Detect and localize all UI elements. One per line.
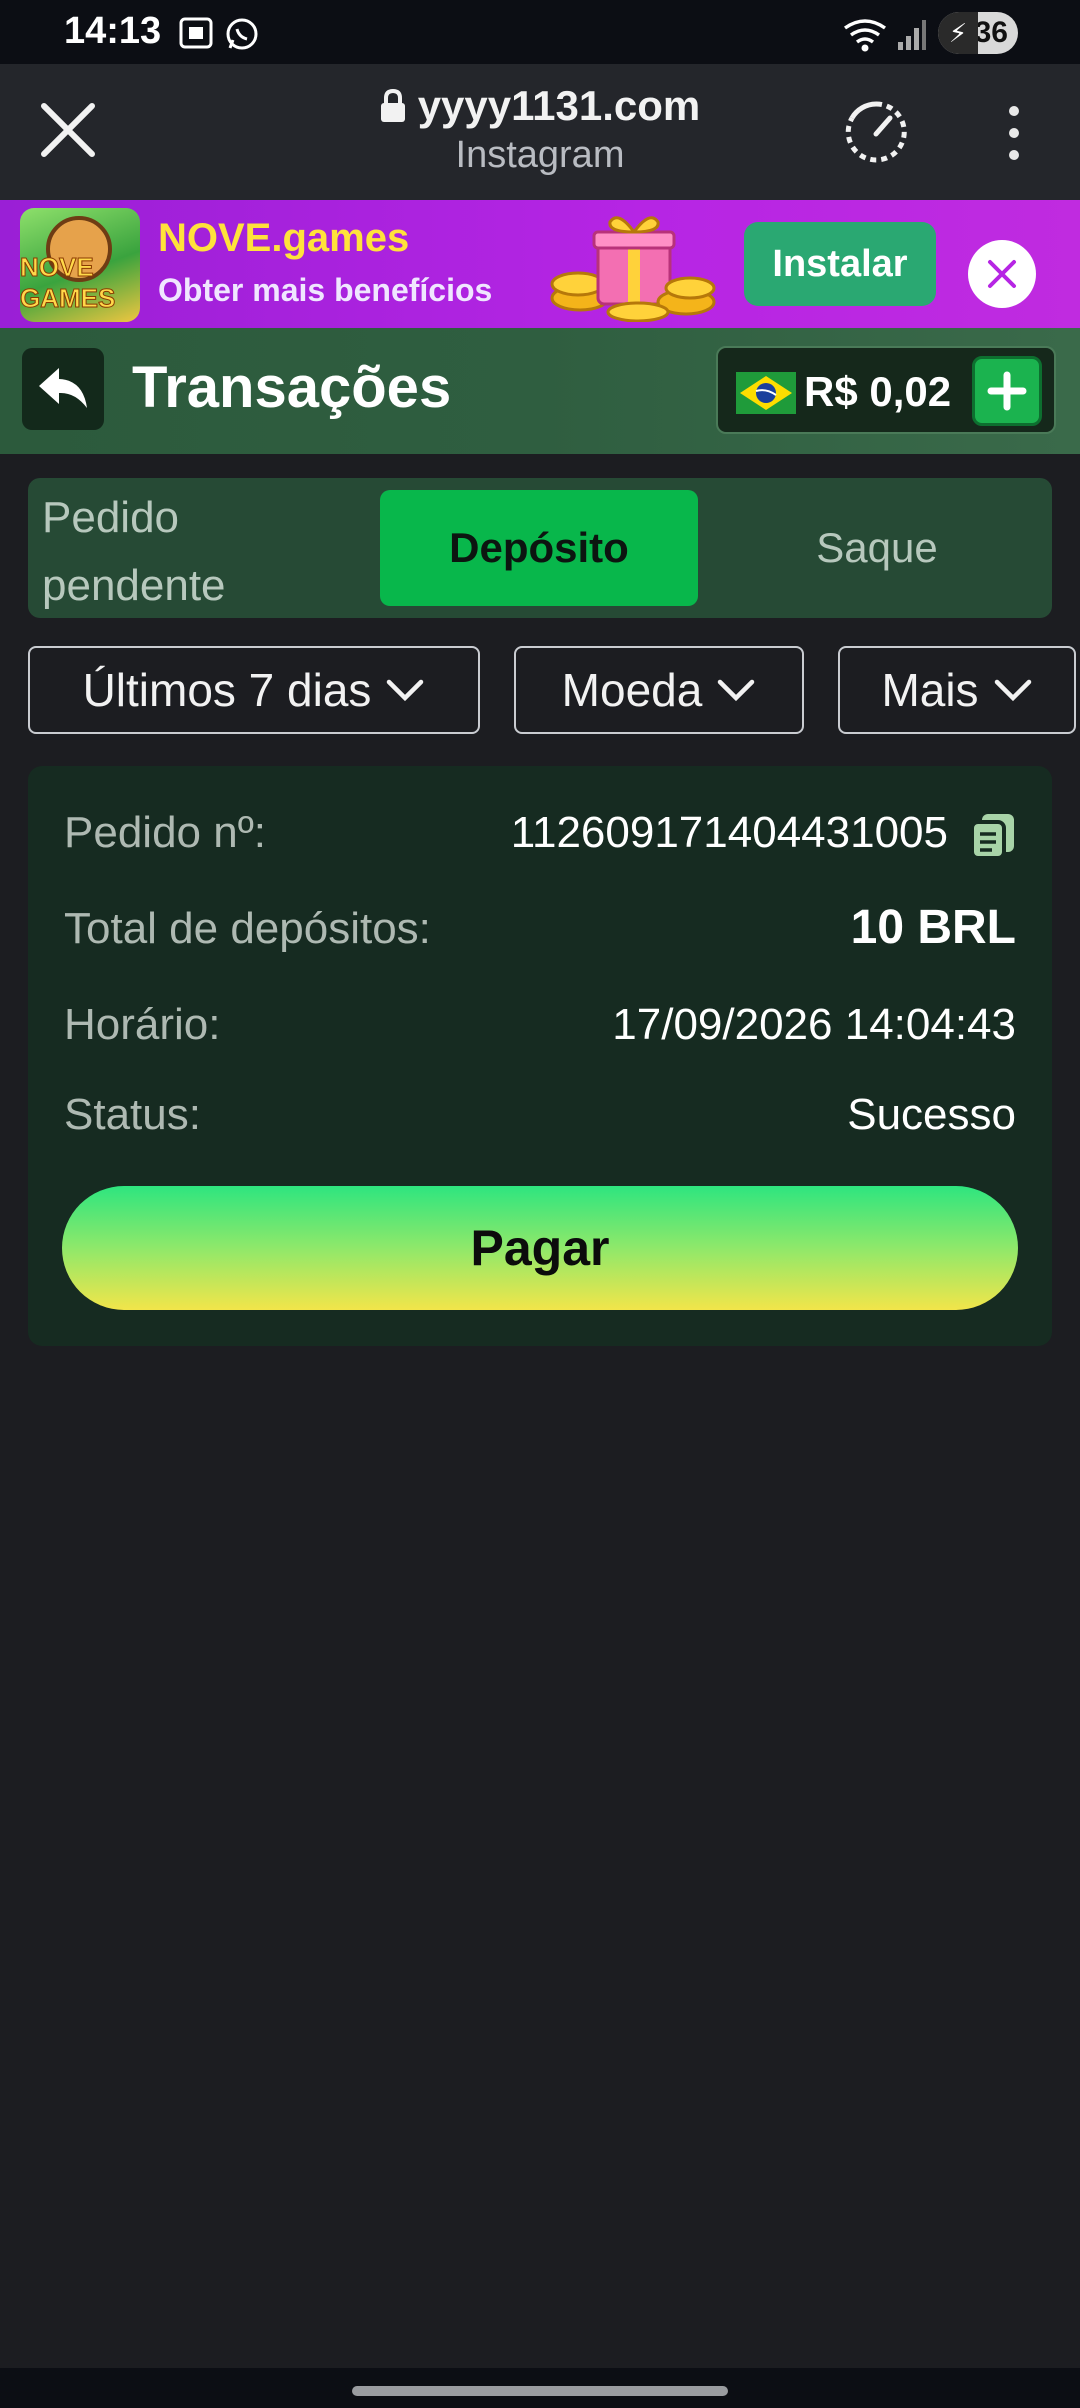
total-deposits-value: 10 BRL — [850, 901, 1016, 954]
tab-pending-order[interactable]: Pedido pendente — [42, 484, 342, 620]
order-id-label: Pedido nº: — [64, 808, 266, 857]
close-banner-button[interactable] — [968, 240, 1036, 308]
status-bar: 14:13 ⚡ 36 — [0, 0, 1080, 64]
charging-bolt-icon: ⚡ — [938, 12, 978, 54]
gift-coins-icon — [550, 216, 716, 322]
page-header: Transações R$ 0,02 — [0, 328, 1080, 454]
tab-deposit[interactable]: Depósito — [380, 490, 698, 606]
order-card: Pedido nº: 112609171404431005 Total de d… — [28, 766, 1052, 1346]
signal-icon — [898, 20, 926, 50]
browser-source: Instagram — [455, 134, 625, 176]
promo-subtitle: Obter mais benefícios — [158, 272, 493, 308]
browser-url: yyyy1131.com — [417, 82, 701, 129]
transaction-tabs: Pedido pendente Depósito Saque — [28, 478, 1052, 618]
system-nav-bar — [0, 2368, 1080, 2408]
balance-display: R$ 0,02 — [716, 346, 1056, 434]
promo-title: NOVE.games — [158, 216, 410, 260]
status-value: Sucesso — [847, 1090, 1016, 1139]
more-filter-label: Mais — [881, 664, 979, 716]
tab-withdraw[interactable]: Saque — [718, 490, 1036, 606]
install-button[interactable]: Instalar — [744, 222, 936, 306]
chevron-down-icon — [387, 679, 424, 702]
time-label: Horário: — [64, 1000, 221, 1049]
wifi-icon — [843, 19, 887, 52]
back-button[interactable] — [22, 348, 104, 430]
period-filter-label: Últimos 7 dias — [82, 664, 372, 716]
order-id-value: 112609171404431005 — [510, 808, 948, 857]
home-gesture-handle[interactable] — [352, 2386, 728, 2396]
currency-filter[interactable]: Moeda — [514, 646, 804, 734]
chevron-down-icon — [718, 679, 755, 702]
close-icon — [988, 260, 1016, 288]
battery-level: 36 — [974, 16, 1008, 49]
in-app-browser-bar: yyyy1131.com Instagram — [0, 64, 1080, 200]
brazil-flag-icon — [736, 372, 796, 414]
status-label: Status: — [64, 1090, 201, 1139]
period-filter[interactable]: Últimos 7 dias — [28, 646, 480, 734]
speedometer-icon[interactable] — [842, 98, 910, 166]
add-funds-button[interactable] — [972, 356, 1042, 426]
nove-games-logo: NOVE GAMES — [20, 208, 140, 322]
total-deposits-label: Total de depósitos: — [64, 904, 431, 953]
chevron-down-icon — [994, 679, 1031, 702]
page-title: Transações — [132, 355, 452, 420]
app-install-banner: NOVE GAMES NOVE.games Obter mais benefíc… — [0, 200, 1080, 328]
more-vert-icon[interactable] — [1000, 106, 1028, 160]
screenshot-icon — [179, 17, 213, 49]
currency-filter-label: Moeda — [561, 664, 703, 716]
balance-amount: R$ 0,02 — [804, 368, 952, 415]
status-time: 14:13 — [64, 10, 162, 52]
time-value: 17/09/2026 14:04:43 — [612, 1000, 1016, 1049]
battery-icon: ⚡ 36 — [938, 12, 1018, 54]
pay-button[interactable]: Pagar — [62, 1186, 1018, 1310]
copy-icon[interactable] — [970, 812, 1016, 860]
whatsapp-icon — [226, 18, 258, 50]
browser-address[interactable]: yyyy1131.com Instagram — [0, 82, 1080, 177]
more-filter[interactable]: Mais — [838, 646, 1076, 734]
lock-icon — [380, 89, 405, 122]
plus-icon — [987, 371, 1027, 411]
back-arrow-icon — [39, 368, 87, 408]
